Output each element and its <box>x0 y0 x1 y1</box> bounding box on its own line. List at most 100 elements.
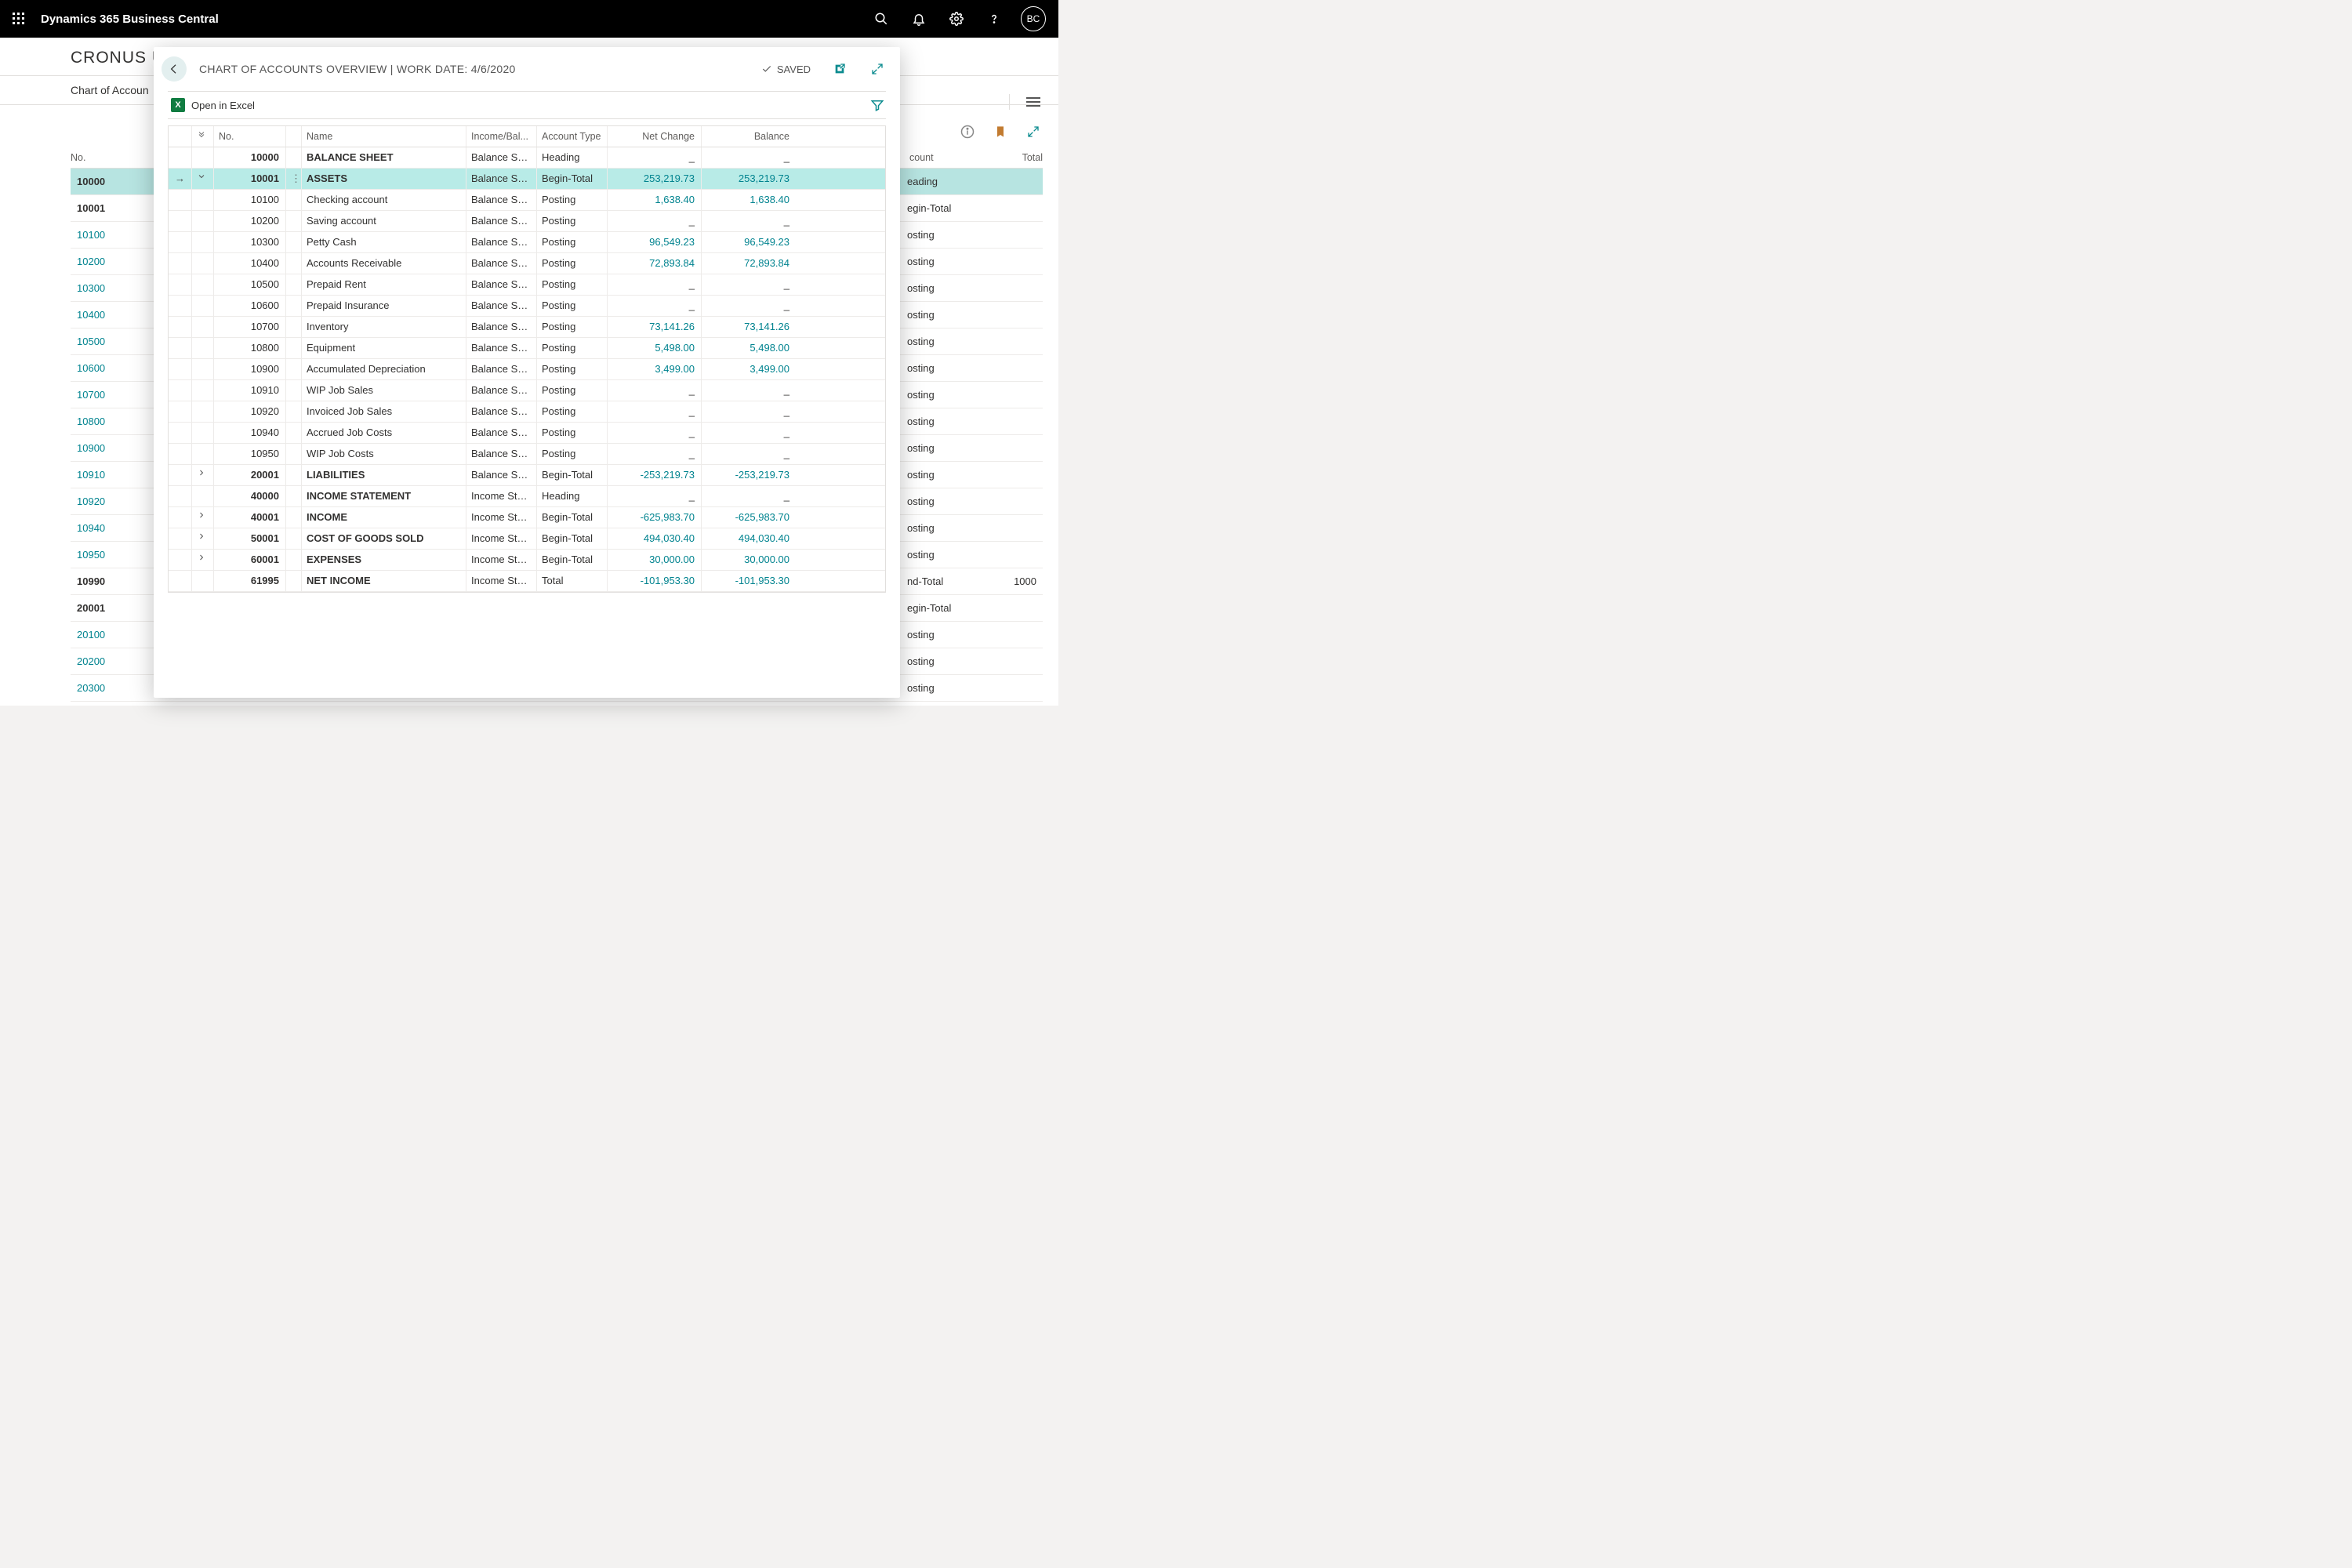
cell-net-change[interactable]: 3,499.00 <box>608 359 702 379</box>
cell-balance[interactable]: 3,499.00 <box>702 359 796 379</box>
col-income-balance[interactable]: Income/Bal... <box>466 126 537 147</box>
cell-no[interactable]: 10500 <box>214 274 286 295</box>
col-account-type[interactable]: Account Type <box>537 126 608 147</box>
cell-balance[interactable]: 494,030.40 <box>702 528 796 549</box>
cell-no[interactable]: 10920 <box>214 401 286 422</box>
cell-net-change[interactable]: 1,638.40 <box>608 190 702 210</box>
row-selector[interactable] <box>169 190 192 210</box>
grid-row[interactable]: 40000INCOME STATEMENTIncome Stat...Headi… <box>169 486 885 507</box>
row-selector[interactable]: → <box>169 169 192 189</box>
collapse-all-icon[interactable] <box>192 126 214 147</box>
row-selector[interactable] <box>169 423 192 443</box>
grid-row[interactable]: 60001EXPENSESIncome Stat...Begin-Total30… <box>169 550 885 571</box>
cell-net-change[interactable]: _ <box>608 211 702 231</box>
search-icon[interactable] <box>864 2 898 36</box>
cell-net-change[interactable]: _ <box>608 274 702 295</box>
row-selector[interactable] <box>169 486 192 506</box>
grid-row[interactable]: 10920Invoiced Job SalesBalance SheetPost… <box>169 401 885 423</box>
select-all-cell[interactable] <box>169 126 192 147</box>
cell-balance[interactable]: _ <box>702 486 796 506</box>
cell-net-change[interactable]: _ <box>608 296 702 316</box>
row-selector[interactable] <box>169 359 192 379</box>
cell-net-change[interactable]: 5,498.00 <box>608 338 702 358</box>
cell-no[interactable]: 10400 <box>214 253 286 274</box>
grid-row[interactable]: 10300Petty CashBalance SheetPosting96,54… <box>169 232 885 253</box>
app-launcher-icon[interactable] <box>6 6 31 31</box>
chevron-right-icon[interactable] <box>192 528 214 549</box>
grid-row[interactable]: 20001LIABILITIESBalance SheetBegin-Total… <box>169 465 885 486</box>
cell-no[interactable]: 20001 <box>214 465 286 485</box>
cell-balance[interactable]: 73,141.26 <box>702 317 796 337</box>
cell-balance[interactable]: _ <box>702 423 796 443</box>
row-selector[interactable] <box>169 147 192 168</box>
chevron-right-icon[interactable] <box>192 550 214 570</box>
cell-no[interactable]: 10910 <box>214 380 286 401</box>
row-selector[interactable] <box>169 338 192 358</box>
col-name[interactable]: Name <box>302 126 466 147</box>
cell-no[interactable]: 10600 <box>214 296 286 316</box>
cell-balance[interactable]: 253,219.73 <box>702 169 796 189</box>
cell-net-change[interactable]: _ <box>608 401 702 422</box>
col-no[interactable]: No. <box>214 126 286 147</box>
cell-no[interactable]: 10950 <box>214 444 286 464</box>
row-selector[interactable] <box>169 571 192 591</box>
cell-no[interactable]: 61995 <box>214 571 286 591</box>
cell-balance[interactable]: -253,219.73 <box>702 465 796 485</box>
grid-row[interactable]: 61995NET INCOMEIncome Stat...Total-101,9… <box>169 571 885 592</box>
grid-row[interactable]: 10950WIP Job CostsBalance SheetPosting__ <box>169 444 885 465</box>
grid-row[interactable]: 10500Prepaid RentBalance SheetPosting__ <box>169 274 885 296</box>
settings-icon[interactable] <box>939 2 974 36</box>
row-selector[interactable] <box>169 296 192 316</box>
cell-no[interactable]: 10700 <box>214 317 286 337</box>
open-in-excel-button[interactable]: Open in Excel <box>168 96 258 114</box>
cell-no[interactable]: 10940 <box>214 423 286 443</box>
popout-icon[interactable] <box>831 60 848 78</box>
cell-net-change[interactable]: 73,141.26 <box>608 317 702 337</box>
cell-no[interactable]: 10100 <box>214 190 286 210</box>
cell-net-change[interactable]: _ <box>608 423 702 443</box>
cell-balance[interactable]: _ <box>702 401 796 422</box>
row-selector[interactable] <box>169 507 192 528</box>
row-selector[interactable] <box>169 232 192 252</box>
cell-net-change[interactable]: 30,000.00 <box>608 550 702 570</box>
cell-no[interactable]: 50001 <box>214 528 286 549</box>
grid-row[interactable]: 50001COST OF GOODS SOLDIncome Stat...Beg… <box>169 528 885 550</box>
grid-row[interactable]: 40001INCOMEIncome Stat...Begin-Total-625… <box>169 507 885 528</box>
row-selector[interactable] <box>169 528 192 549</box>
col-balance[interactable]: Balance <box>702 126 796 147</box>
cell-net-change[interactable]: -625,983.70 <box>608 507 702 528</box>
grid-row[interactable]: 10910WIP Job SalesBalance SheetPosting__ <box>169 380 885 401</box>
cell-no[interactable]: 10001 <box>214 169 286 189</box>
chevron-right-icon[interactable] <box>192 507 214 528</box>
cell-no[interactable]: 10200 <box>214 211 286 231</box>
cell-net-change[interactable]: _ <box>608 486 702 506</box>
grid-row[interactable]: 10900Accumulated DepreciationBalance She… <box>169 359 885 380</box>
cell-net-change[interactable]: 494,030.40 <box>608 528 702 549</box>
cell-net-change[interactable]: -101,953.30 <box>608 571 702 591</box>
grid-row[interactable]: 10000BALANCE SHEETBalance SheetHeading__ <box>169 147 885 169</box>
grid-row[interactable]: 10800EquipmentBalance SheetPosting5,498.… <box>169 338 885 359</box>
cell-net-change[interactable]: 96,549.23 <box>608 232 702 252</box>
cell-no[interactable]: 10000 <box>214 147 286 168</box>
row-menu-icon[interactable]: ⋮ <box>286 169 302 189</box>
cell-no[interactable]: 60001 <box>214 550 286 570</box>
cell-no[interactable]: 40000 <box>214 486 286 506</box>
cell-net-change[interactable]: _ <box>608 444 702 464</box>
cell-balance[interactable]: _ <box>702 444 796 464</box>
cell-balance[interactable]: 30,000.00 <box>702 550 796 570</box>
cell-no[interactable]: 10300 <box>214 232 286 252</box>
filter-icon[interactable] <box>869 96 886 114</box>
cell-no[interactable]: 10900 <box>214 359 286 379</box>
maximize-icon[interactable] <box>869 60 886 78</box>
cell-balance[interactable]: -101,953.30 <box>702 571 796 591</box>
cell-net-change[interactable]: _ <box>608 380 702 401</box>
cell-no[interactable]: 10800 <box>214 338 286 358</box>
grid-row[interactable]: 10200Saving accountBalance SheetPosting_… <box>169 211 885 232</box>
chevron-right-icon[interactable] <box>192 465 214 485</box>
cell-balance[interactable]: _ <box>702 211 796 231</box>
back-button[interactable] <box>162 56 187 82</box>
row-selector[interactable] <box>169 380 192 401</box>
row-selector[interactable] <box>169 550 192 570</box>
user-avatar[interactable]: BC <box>1021 6 1046 31</box>
cell-balance[interactable]: _ <box>702 147 796 168</box>
